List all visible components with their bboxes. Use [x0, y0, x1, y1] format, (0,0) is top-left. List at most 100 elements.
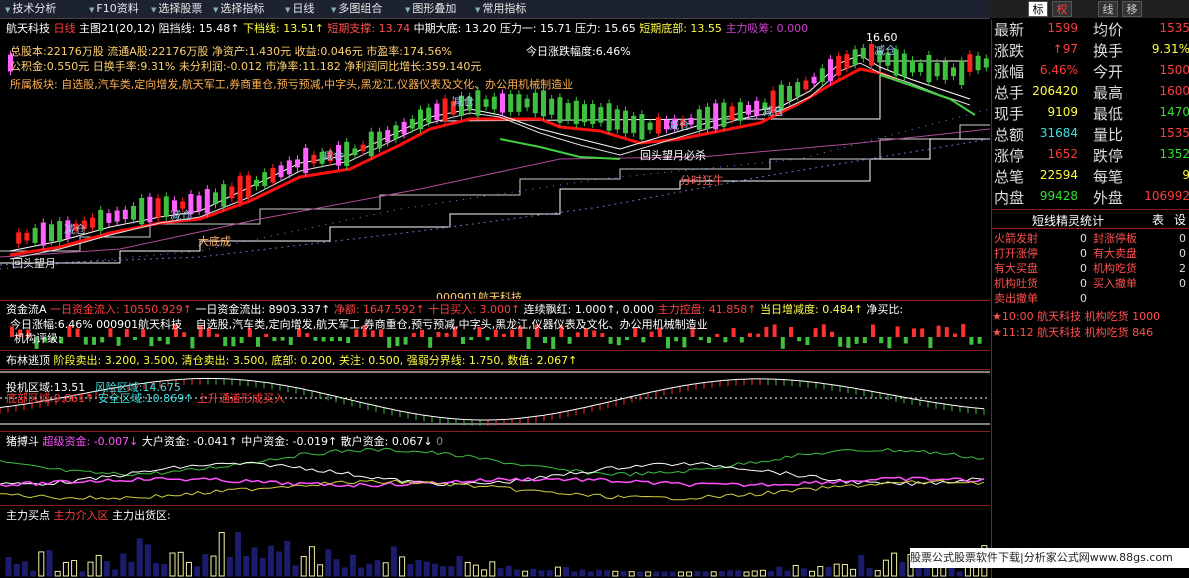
buy-bar [554, 566, 561, 577]
fund-bar [469, 337, 474, 341]
candle [270, 167, 276, 183]
menu-daily[interactable]: 日线 [282, 1, 317, 17]
fund-bar [428, 337, 433, 348]
elf-event[interactable]: ★10:00 航天科技 机构吃货 1000 [992, 309, 1189, 324]
candle [541, 90, 546, 117]
press: 压力: 15.65 [575, 22, 636, 35]
menu-multi-chart[interactable]: 多图组合 [328, 1, 385, 17]
elf-count: 0 [1080, 247, 1087, 260]
menu-tech-analysis[interactable]: 技术分析 [2, 1, 59, 17]
quote-label: 现手 [994, 105, 1025, 123]
star-icon: ★ [992, 310, 1002, 323]
elf-tab-settings[interactable]: 设 [1174, 211, 1186, 228]
buy-bar [472, 564, 479, 577]
candle [24, 232, 30, 241]
quote-value: 1600 [1159, 84, 1189, 98]
menu-select-stock[interactable]: 选择股票 [148, 1, 205, 17]
fund-flow-panel[interactable]: 资金流A 一日资金流入: 10550.929↑ 一日资金流出: 8903.337… [0, 301, 990, 349]
quote-row: 最新 1599 均价 1535 [992, 19, 1189, 39]
buy-bar [817, 566, 824, 577]
buy-bar [825, 566, 832, 577]
quote-value: 1352 [1159, 147, 1189, 161]
elf-event[interactable]: ★11:12 航天科技 机构吃货 846 [992, 325, 1189, 340]
quote-value: 1535 [1159, 21, 1189, 35]
buy-bar [87, 561, 94, 577]
candle [737, 102, 743, 121]
candle [532, 92, 538, 114]
buy-bar [636, 571, 643, 577]
quote-value: ↑97 [1052, 42, 1078, 56]
quote-row: 涨跌 ↑97 换手 9.31% [992, 40, 1189, 60]
invest-safe: 上升通道形成买入 [196, 392, 285, 405]
menu-f10[interactable]: F10资料 [86, 1, 142, 17]
tab-biao[interactable]: 标 [1028, 1, 1048, 17]
menu-select-indicator[interactable]: 选择指标 [210, 1, 267, 17]
buy-bar [325, 549, 332, 577]
candle [360, 144, 366, 152]
elf-row[interactable]: 卖出撤单 0 [992, 291, 1189, 306]
elf-label: 封涨停板 [1093, 232, 1137, 245]
candle [16, 232, 22, 244]
elf-count: 0 [1080, 292, 1087, 305]
candle [303, 147, 309, 174]
buy-bar [899, 562, 906, 577]
elf-row[interactable]: 有大买盘 0 机构吃货 2 [992, 261, 1189, 276]
pig-retail: 散户资金: 0.067↓ [340, 435, 433, 448]
candle [483, 99, 489, 107]
fund-bar [723, 337, 728, 343]
tab-xian[interactable]: 线 [1098, 1, 1118, 17]
buy-bar [702, 571, 709, 577]
label-jiancang-5: 减仓 [668, 118, 690, 132]
candle [213, 192, 218, 205]
label-jiancang-3: 减仓 [322, 148, 344, 162]
buy-bar [628, 571, 635, 577]
quote-label: 均价 [1093, 21, 1124, 39]
candle [926, 54, 932, 83]
elf-row[interactable]: 打开涨停 0 有大卖盘 0 [992, 246, 1189, 261]
elf-header: 短线精灵统计 表 设 [992, 209, 1189, 229]
main-buy-panel[interactable]: 主力买点 主力介入区 主力出货区: [0, 506, 990, 578]
candle [975, 55, 981, 71]
tab-quan[interactable]: 权 [1052, 1, 1072, 17]
candle [262, 172, 268, 187]
buy-bar [136, 538, 143, 577]
buy-bar [661, 571, 668, 577]
candle [951, 67, 956, 77]
buy-bar [21, 561, 28, 577]
candle [606, 103, 612, 131]
buy-bar [751, 570, 758, 577]
fund-bar [780, 337, 785, 349]
boll-title: 布林逃顶 [6, 354, 50, 367]
elf-row[interactable]: 机构吐货 0 买入撤单 0 [992, 276, 1189, 291]
fund-bar [625, 337, 629, 341]
invest-panel[interactable]: 投机区域:13.51 风险区域:14.675 底部区域:9.861↑ 安全区域:… [0, 370, 990, 430]
elf-event-type: 机构吃货 [1084, 326, 1129, 339]
fund-bar [953, 333, 957, 337]
candle [573, 100, 579, 125]
fund-bar [133, 337, 137, 341]
fund-bar [739, 337, 744, 343]
candle [918, 62, 924, 72]
buy-bar [784, 570, 791, 577]
elf-label: 机构吐货 [994, 277, 1038, 290]
menu-common-indicator[interactable]: 常用指标 [472, 1, 529, 17]
kline-panel[interactable]: 减仓 减仓 减仓 减仓 减仓 减仓 减仓 回头望月 大底成 回头望月必杀 分时狂… [0, 19, 990, 299]
candle [647, 122, 653, 130]
candle [426, 107, 432, 123]
buy-bar [604, 570, 611, 577]
buy-bar [333, 559, 340, 577]
buy-bar [30, 570, 37, 577]
elf-tab-table[interactable]: 表 [1152, 211, 1164, 228]
fund-rating: 机构评级: [14, 332, 62, 345]
boll-panel[interactable]: 布林逃顶 阶段卖出: 3.200, 3.500, 清仓卖出: 3.500, 底部… [0, 351, 990, 368]
quote-value: 1599 [1047, 21, 1078, 35]
elf-label: 机构吃货 [1093, 262, 1137, 275]
buy-bar [243, 556, 250, 577]
elf-row[interactable]: 火箭发射 0 封涨停板 0 [992, 231, 1189, 246]
tab-yi[interactable]: 移 [1122, 1, 1142, 17]
menu-overlay[interactable]: 图形叠加 [402, 1, 459, 17]
pig-panel[interactable]: 猪搏斗 超级资金: -0.007↓ 大户资金: -0.041↑ 中户资金: -0… [0, 432, 990, 504]
candle [582, 104, 587, 123]
buy-bar [579, 569, 586, 577]
candle [278, 165, 284, 178]
